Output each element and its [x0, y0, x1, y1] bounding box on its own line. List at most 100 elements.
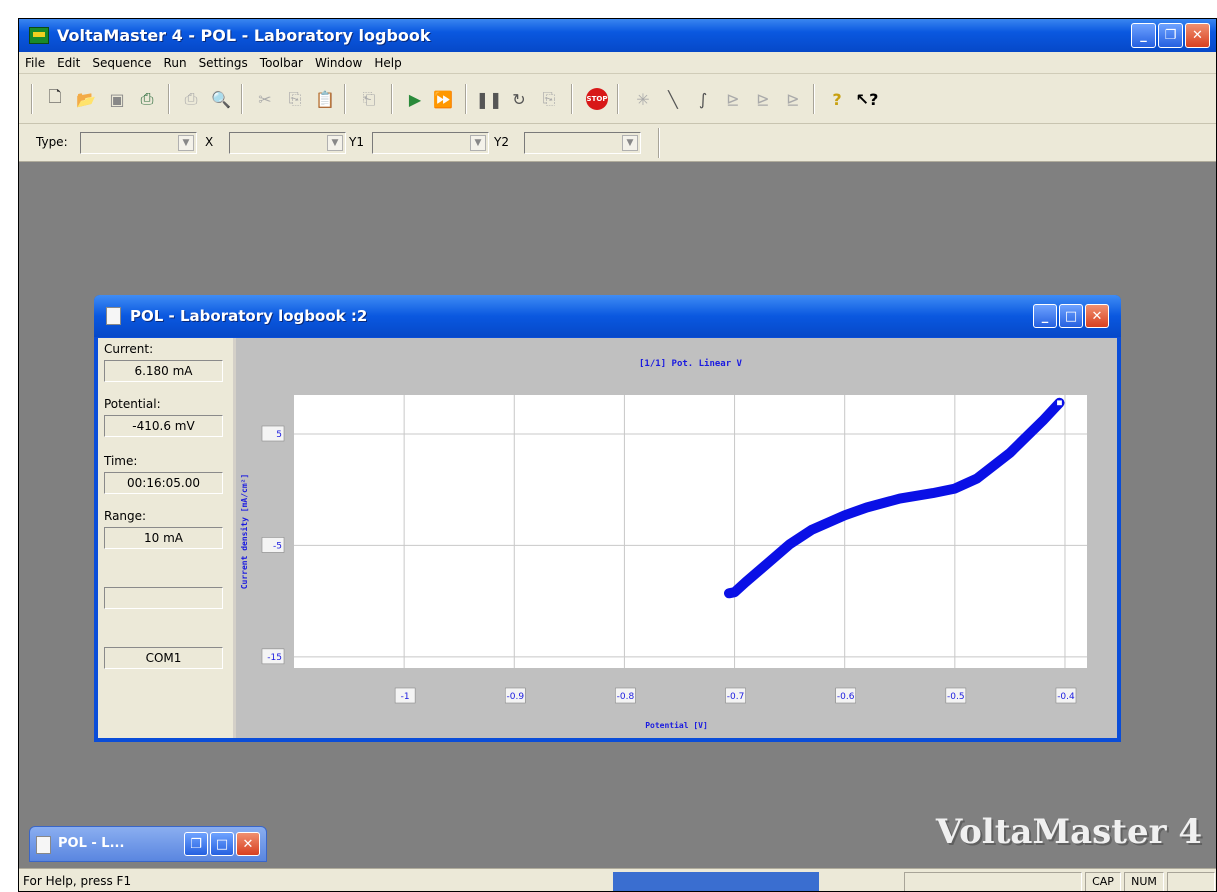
menu-window[interactable]: Window: [315, 56, 362, 70]
run-all-icon[interactable]: ⏩: [431, 87, 455, 111]
current-value: 6.180 mA: [104, 360, 223, 382]
x-tick-label: -1: [401, 692, 410, 702]
menu-sequence[interactable]: Sequence: [92, 56, 151, 70]
y2-label: Y2: [494, 135, 509, 149]
menu-settings[interactable]: Settings: [199, 56, 248, 70]
rewind-icon[interactable]: ↻: [507, 87, 531, 111]
app-icon: [29, 27, 49, 44]
save-icon[interactable]: ▣: [105, 87, 129, 111]
min-maximize-button[interactable]: □: [210, 832, 234, 856]
child-title-bar[interactable]: POL - Laboratory logbook :2 _ □ ✕: [94, 295, 1121, 337]
fit1-icon[interactable]: ⊵: [721, 87, 745, 111]
app-title-bar[interactable]: VoltaMaster 4 - POL - Laboratory logbook…: [19, 19, 1216, 52]
new-icon[interactable]: 🗋: [43, 87, 67, 111]
blank-readout: [104, 587, 223, 609]
cap-indicator: CAP: [1085, 872, 1121, 891]
pause-icon[interactable]: ❚❚: [476, 87, 503, 111]
status-bar: For Help, press F1 CAP NUM: [19, 868, 1216, 891]
time-label: Time:: [104, 454, 138, 468]
potential-value: -410.6 mV: [104, 415, 223, 437]
type-select[interactable]: ▼: [80, 132, 197, 154]
status-panel-end: [1167, 872, 1215, 891]
chevron-down-icon: ▼: [178, 135, 194, 151]
child-maximize-button[interactable]: □: [1059, 304, 1083, 328]
range-value: 10 mA: [104, 527, 223, 549]
y2-select[interactable]: ▼: [524, 132, 641, 154]
chevron-down-icon: ▼: [470, 135, 486, 151]
menu-edit[interactable]: Edit: [57, 56, 80, 70]
menu-run[interactable]: Run: [164, 56, 187, 70]
chevron-down-icon: ▼: [622, 135, 638, 151]
y-axis-label: Current density [mA/cm²]: [239, 474, 249, 590]
x-tick-label: -0.6: [837, 692, 855, 702]
print-icon[interactable]: ⎙: [135, 87, 159, 111]
line-icon[interactable]: ╲: [661, 87, 685, 111]
x-axis-label: Potential [V]: [645, 720, 708, 730]
menu-bar: File Edit Sequence Run Settings Toolbar …: [19, 52, 1216, 74]
restore-button[interactable]: ❐: [1158, 23, 1183, 48]
port-value: COM1: [104, 647, 223, 669]
child-title: POL - Laboratory logbook :2: [130, 307, 368, 325]
x-tick-label: -0.8: [617, 692, 635, 702]
min-close-button[interactable]: ✕: [236, 832, 260, 856]
x-select[interactable]: ▼: [229, 132, 346, 154]
min-restore-button[interactable]: ❐: [184, 832, 208, 856]
copy-icon[interactable]: ⎘: [283, 87, 307, 111]
status-help-text: For Help, press F1: [23, 874, 132, 888]
cursor-icon[interactable]: ✳: [631, 87, 655, 111]
fit3-icon[interactable]: ⊵: [781, 87, 805, 111]
cut-icon[interactable]: ✂: [253, 87, 277, 111]
current-label: Current:: [104, 342, 154, 356]
x-tick-label: -0.5: [947, 692, 965, 702]
preview-icon[interactable]: 🔍: [209, 87, 233, 111]
x-tick-label: -0.9: [506, 692, 524, 702]
y1-select[interactable]: ▼: [372, 132, 489, 154]
run-icon[interactable]: ▶: [403, 87, 427, 111]
minimized-window[interactable]: POL - L... ❐ □ ✕: [29, 826, 267, 862]
fit2-icon[interactable]: ⊵: [751, 87, 775, 111]
chart-area: [1/1] Pot. Linear V -1 -0.9 -0.8 -0.7 -0.6 -0.…: [236, 338, 1117, 738]
type-label: Type:: [36, 135, 68, 149]
app-title: VoltaMaster 4 - POL - Laboratory logbook: [57, 26, 431, 45]
time-value: 00:16:05.00: [104, 472, 223, 494]
export-icon[interactable]: ⎗: [357, 87, 381, 111]
open-icon[interactable]: 📂: [74, 87, 98, 111]
logbook-child-window: POL - Laboratory logbook :2 _ □ ✕ Curren…: [94, 295, 1121, 742]
child-body: Current: 6.180 mA Potential: -410.6 mV T…: [98, 338, 1117, 738]
x-tick-label: -0.7: [727, 692, 745, 702]
axis-toolbar: Type: ▼ X ▼ Y1 ▼ Y2 ▼: [19, 124, 1216, 162]
document-icon: [106, 307, 121, 325]
y-tick-label: -5: [273, 541, 282, 551]
menu-file[interactable]: File: [25, 56, 45, 70]
plot-area: [294, 395, 1087, 668]
child-close-button[interactable]: ✕: [1085, 304, 1109, 328]
app-window: VoltaMaster 4 - POL - Laboratory logbook…: [18, 18, 1217, 892]
minimize-button[interactable]: _: [1131, 23, 1156, 48]
chevron-down-icon: ▼: [327, 135, 343, 151]
main-toolbar: 🗋 📂 ▣ ⎙ ⎙ 🔍 ✂ ⎘ 📋 ⎗ ▶ ⏩ ❚❚ ↻ ⎘ STOP ✳ ╲ …: [19, 74, 1216, 124]
x-label: X: [205, 135, 214, 149]
document-icon: [36, 836, 51, 854]
end-marker: [1055, 399, 1064, 407]
menu-toolbar[interactable]: Toolbar: [260, 56, 303, 70]
chart-title: [1/1] Pot. Linear V: [639, 358, 743, 369]
y-tick-label: -15: [267, 653, 282, 663]
y-tick-label: 5: [276, 430, 282, 440]
status-panel: [904, 872, 1082, 891]
stop-icon[interactable]: STOP: [585, 87, 609, 111]
y1-label: Y1: [349, 135, 364, 149]
slope-icon[interactable]: ∫: [691, 87, 715, 111]
paste-icon[interactable]: 📋: [313, 87, 337, 111]
close-button[interactable]: ✕: [1185, 23, 1210, 48]
copy-results-icon[interactable]: ⎘: [537, 87, 561, 111]
menu-help[interactable]: Help: [374, 56, 401, 70]
polarization-chart: [1/1] Pot. Linear V -1 -0.9 -0.8 -0.7 -0.6 -0.…: [239, 358, 1087, 730]
context-help-icon[interactable]: ↖?: [855, 87, 879, 111]
print-setup-icon[interactable]: ⎙: [179, 87, 203, 111]
minimized-title: POL - L...: [58, 836, 125, 851]
range-label: Range:: [104, 509, 147, 523]
num-indicator: NUM: [1124, 872, 1164, 891]
help-icon[interactable]: ?: [825, 87, 849, 111]
readout-panel: Current: 6.180 mA Potential: -410.6 mV T…: [98, 338, 233, 738]
child-minimize-button[interactable]: _: [1033, 304, 1057, 328]
